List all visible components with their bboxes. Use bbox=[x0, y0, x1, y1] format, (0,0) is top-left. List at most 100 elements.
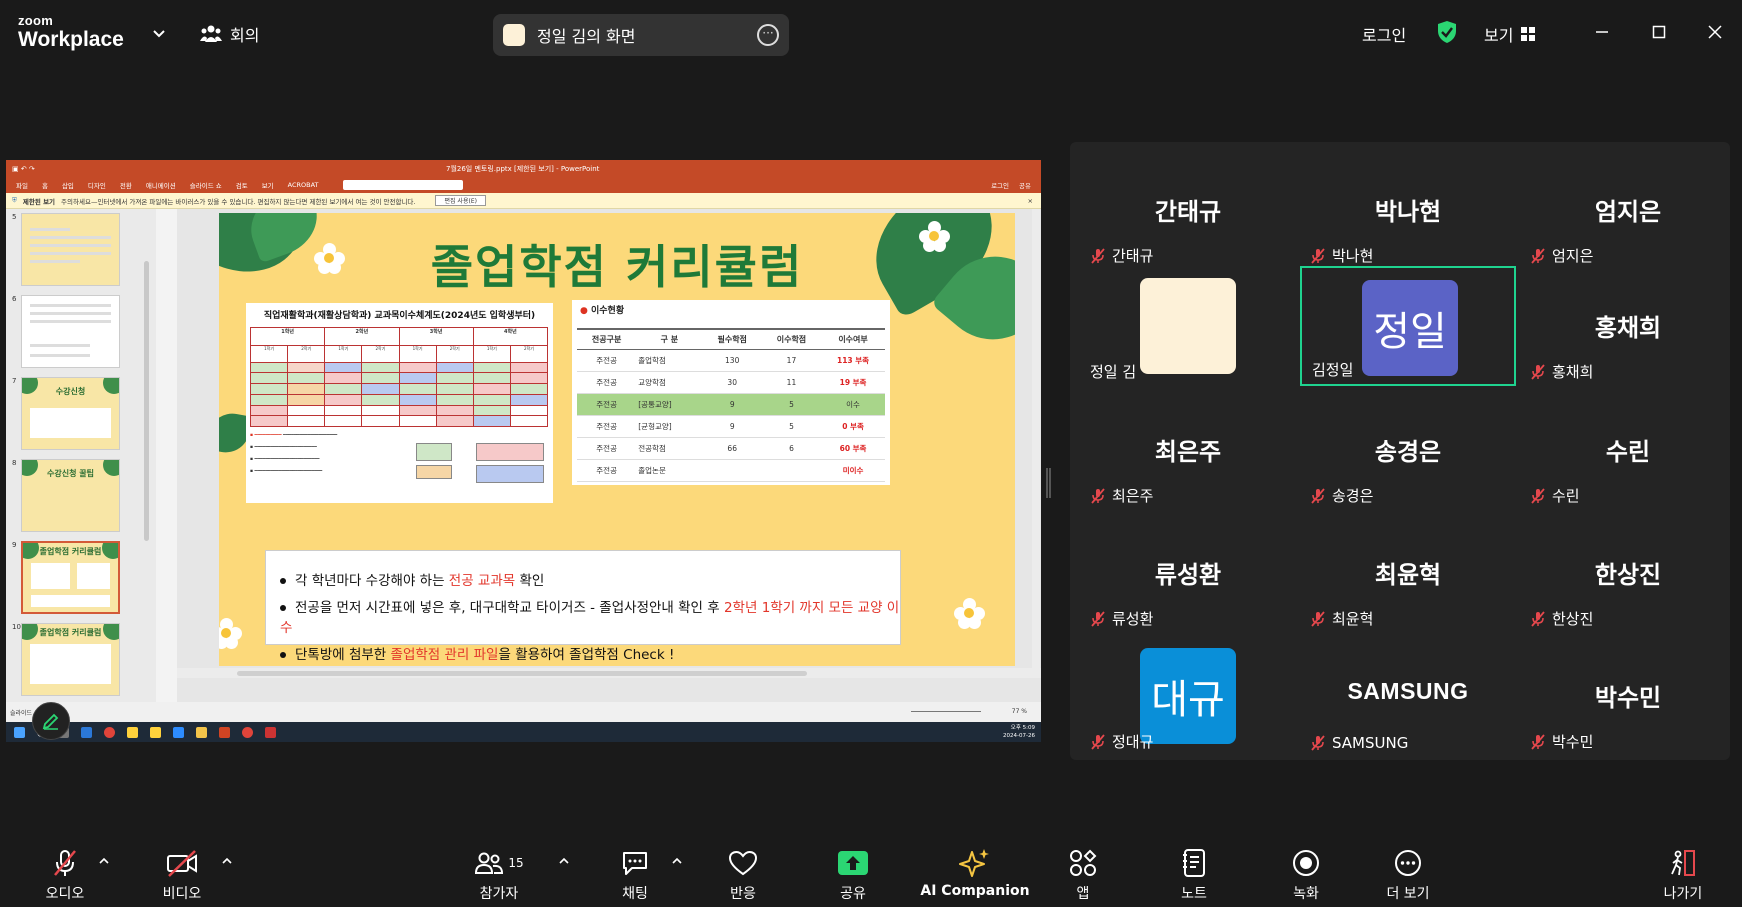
avatar-initials: 대규 bbox=[1151, 677, 1225, 723]
participant-name: 김정일 bbox=[1312, 361, 1354, 379]
leave-button[interactable]: 나가기 bbox=[1628, 847, 1738, 903]
term-header: 2학기 bbox=[510, 345, 547, 362]
participant-tile[interactable]: 대규 정대규 bbox=[1080, 636, 1296, 756]
notes-button[interactable]: 노트 bbox=[1139, 847, 1249, 903]
annotate-pencil-icon[interactable] bbox=[32, 702, 70, 740]
participant-name-tag: 한상진 bbox=[1530, 608, 1593, 629]
bullet-highlight: 전공 교과목 bbox=[448, 573, 516, 589]
completion-caption: ● 이수현황 bbox=[580, 306, 625, 316]
table-row: 주전공 [공통교양] 9 5 이수 bbox=[577, 393, 885, 416]
participant-tile[interactable]: 홍채희 홍채희 bbox=[1520, 266, 1736, 386]
mic-muted-icon bbox=[1531, 733, 1545, 750]
participant-name: 한상진 bbox=[1552, 610, 1594, 628]
participant-tile[interactable]: 박수민 박수민 bbox=[1520, 636, 1736, 756]
chevron-up-icon[interactable] bbox=[671, 855, 683, 867]
ai-companion-button[interactable]: AI Companion bbox=[920, 847, 1030, 899]
login-button[interactable]: 로그인 bbox=[1362, 22, 1406, 46]
participant-tile[interactable]: 엄지은 엄지은 bbox=[1520, 150, 1736, 270]
participant-name-tag: 송경은 bbox=[1310, 485, 1373, 506]
meeting-button[interactable]: 회의 bbox=[200, 22, 259, 46]
windows-taskbar: 오후 5:09 2024-07-26 bbox=[6, 722, 1041, 742]
participant-tile[interactable]: 류성환 류성환 bbox=[1080, 513, 1296, 633]
participant-name-tag: 박수민 bbox=[1530, 731, 1593, 752]
table-row: 주전공 [균형교양] 9 5 0 부족 bbox=[577, 415, 885, 438]
participant-display-name: 엄지은 bbox=[1594, 198, 1662, 226]
participant-name-tag: 정일 김 bbox=[1090, 361, 1136, 382]
sharer-avatar bbox=[503, 24, 525, 46]
more-options-icon[interactable]: ··· bbox=[757, 24, 779, 46]
participant-tile[interactable]: 정일 김정일 bbox=[1300, 266, 1516, 386]
share-screen-icon bbox=[838, 851, 868, 875]
table-cell: [공통교양] bbox=[636, 393, 703, 416]
table-cell bbox=[761, 459, 822, 482]
participant-name-tag: 류성환 bbox=[1090, 608, 1153, 629]
apps-button[interactable]: 앱 bbox=[1028, 847, 1138, 903]
slide-thumbnail: 수강신청 bbox=[21, 377, 120, 450]
chevron-up-icon[interactable] bbox=[558, 855, 570, 867]
flower-decoration bbox=[954, 598, 985, 629]
minimize-icon[interactable] bbox=[1590, 20, 1614, 44]
participant-tile[interactable]: 수린 수린 bbox=[1520, 390, 1736, 510]
gallery-layout-icon bbox=[1521, 27, 1536, 41]
meeting-label: 회의 bbox=[230, 26, 260, 45]
year-header: 1학년 bbox=[251, 328, 325, 345]
windows-start-icon bbox=[14, 726, 25, 738]
ribbon-tab: 애니메이션 bbox=[145, 182, 176, 190]
slide-thumbnail bbox=[21, 295, 120, 368]
bullet-item: 단톡방에 첨부한 졸업학점 관리 파일을 활용하여 졸업학점 Check ! bbox=[280, 643, 900, 663]
participants-button[interactable]: 15 참가자 bbox=[444, 847, 554, 903]
table-cell: 9 bbox=[702, 393, 762, 416]
slide-horizontal-scrollbar bbox=[177, 668, 1041, 678]
participant-tile[interactable]: 간태규 간태규 bbox=[1080, 150, 1296, 270]
zoom-slider bbox=[911, 711, 981, 712]
participant-display-name: 류성환 bbox=[1154, 561, 1222, 589]
table-cell bbox=[702, 459, 762, 482]
chevron-down-icon[interactable] bbox=[150, 24, 168, 42]
table-header: 전공구분 bbox=[577, 328, 637, 350]
participant-tile[interactable]: 최은주 최은주 bbox=[1080, 390, 1296, 510]
bullet-text: 전공을 먼저 시간표에 넣은 후, 대구대학교 타이거즈 - 졸업사정안내 확인… bbox=[295, 600, 724, 616]
thumbnail-scrollbar bbox=[144, 261, 149, 541]
participant-gallery: 간태규 간태규 박나현 박나현 엄지은 엄지은 정일 김 정일 김정일 홍채희 홍채희 최은주 최은주 송… bbox=[1070, 142, 1730, 760]
completion-status-table: ● 이수현황 전공구분 구 분 필수학점 이수학점 이수여부 주전공 졸업학점 13… bbox=[572, 300, 890, 485]
participants-icon bbox=[475, 852, 504, 874]
participant-tile[interactable]: 박나현 박나현 bbox=[1300, 150, 1516, 270]
view-button[interactable]: 보기 bbox=[1484, 22, 1536, 46]
more-button[interactable]: 더 보기 bbox=[1353, 847, 1463, 903]
participant-tile[interactable]: 정일 김 bbox=[1080, 266, 1296, 386]
table-cell: 주전공 bbox=[577, 349, 637, 372]
table-cell: 미이수 bbox=[821, 459, 885, 482]
ribbon-tab: 디자인 bbox=[87, 182, 106, 190]
term-header: 1학기 bbox=[473, 345, 510, 362]
chevron-up-icon[interactable] bbox=[221, 855, 233, 867]
ai-companion-label: AI Companion bbox=[920, 883, 1030, 899]
participant-tile[interactable]: SAMSUNG SAMSUNG bbox=[1300, 636, 1516, 756]
more-dots-icon bbox=[1395, 850, 1421, 876]
table-cell: 주전공 bbox=[577, 393, 637, 416]
participant-avatar bbox=[1140, 278, 1236, 374]
participant-tile[interactable]: 한상진 한상진 bbox=[1520, 513, 1736, 633]
share-screen-button[interactable]: 공유 bbox=[798, 847, 908, 903]
close-icon[interactable] bbox=[1703, 20, 1727, 44]
thumb-number: 8 bbox=[12, 459, 17, 467]
participant-tile[interactable]: 송경은 송경은 bbox=[1300, 390, 1516, 510]
ribbon-tab: 검토 bbox=[235, 182, 248, 190]
curriculum-grid: 1학년 2학년 3학년 4학년 1학기 2학기 1학기 2학기 1학기 2학기 … bbox=[250, 327, 548, 427]
ppt-status-bar: 슬라이드 77 % bbox=[6, 702, 1041, 722]
participant-name-tag: 최윤혁 bbox=[1310, 608, 1373, 629]
participant-name: 박수민 bbox=[1552, 733, 1594, 751]
split-resize-handle[interactable] bbox=[1046, 468, 1051, 498]
maximize-icon[interactable] bbox=[1647, 20, 1671, 44]
chevron-up-icon[interactable] bbox=[98, 855, 110, 867]
people-icon bbox=[200, 25, 222, 42]
record-button[interactable]: 녹화 bbox=[1251, 847, 1361, 903]
participants-count: 15 bbox=[508, 856, 524, 870]
table-header: 구 분 bbox=[636, 328, 703, 350]
zoom-logo: zoom Workplace bbox=[18, 14, 124, 50]
shield-check-icon[interactable] bbox=[1436, 20, 1458, 48]
reactions-button[interactable]: 반응 bbox=[688, 847, 798, 903]
year-header: 3학년 bbox=[399, 328, 473, 345]
screen-share-pill[interactable]: 정일 김의 화면 ··· bbox=[493, 14, 789, 56]
participant-tile[interactable]: 최윤혁 최윤혁 bbox=[1300, 513, 1516, 633]
participant-name-tag: 수린 bbox=[1530, 485, 1580, 506]
